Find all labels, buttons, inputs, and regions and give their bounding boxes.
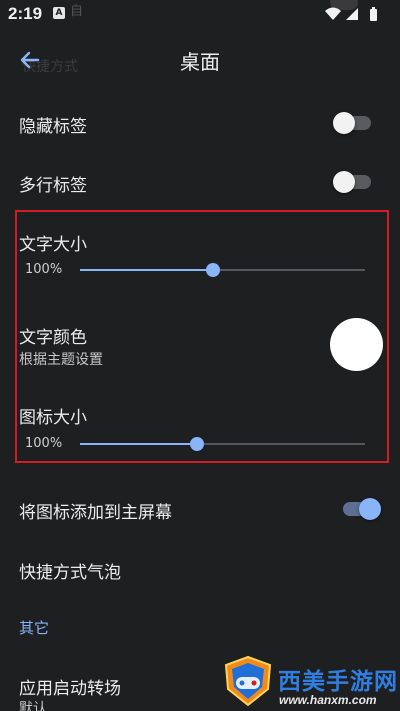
- multiline-labels-toggle[interactable]: [333, 171, 371, 193]
- shortcut-bubble-label: 快捷方式气泡: [19, 563, 121, 583]
- section-header-other: 其它: [19, 619, 50, 637]
- status-ghost-text: 自: [70, 4, 84, 19]
- icon-size-label: 图标大小: [19, 408, 87, 428]
- slider-fill: [80, 443, 197, 445]
- wifi-icon: [325, 7, 341, 20]
- notification-a-icon: A: [53, 7, 65, 19]
- page-title: 桌面: [180, 50, 220, 74]
- multiline-labels-label: 多行标签: [19, 176, 87, 196]
- watermark-logo-icon: [222, 655, 274, 707]
- text-color-swatch[interactable]: [330, 318, 383, 371]
- icon-size-value: 100%: [25, 436, 63, 451]
- setting-multiline-labels[interactable]: 多行标签: [0, 159, 400, 205]
- watermark-title: 西美手游网: [278, 669, 398, 695]
- slider-thumb[interactable]: [205, 263, 220, 277]
- status-bar: 2:19 A 自: [0, 0, 400, 30]
- setting-add-icon-home[interactable]: 将图标添加到主屏幕: [0, 486, 400, 532]
- settings-screen: 2:19 A 自 快捷方式 桌面 隐藏标签 多行标签 文字大小 100% 文字颜…: [0, 0, 400, 711]
- text-color-label: 文字颜色: [19, 328, 87, 348]
- watermark-url: www.hanxm.com: [279, 693, 377, 707]
- add-icon-home-label: 将图标添加到主屏幕: [19, 503, 172, 523]
- hide-labels-toggle[interactable]: [333, 112, 371, 134]
- slider-fill: [80, 269, 213, 271]
- status-time: 2:19: [8, 4, 43, 23]
- status-icons: [324, 6, 390, 22]
- setting-hide-labels[interactable]: 隐藏标签: [0, 100, 400, 146]
- hide-labels-label: 隐藏标签: [19, 117, 87, 137]
- battery-icon: [370, 7, 377, 21]
- app-header: 快捷方式 桌面: [0, 38, 400, 82]
- toggle-knob: [333, 171, 355, 193]
- add-icon-home-toggle[interactable]: [343, 498, 381, 520]
- text-size-slider[interactable]: [80, 263, 365, 277]
- icon-size-slider[interactable]: [80, 437, 365, 451]
- app-launch-transition-subtitle: 默认: [19, 701, 47, 711]
- setting-shortcut-bubble[interactable]: 快捷方式气泡: [0, 546, 400, 592]
- toggle-knob: [333, 112, 355, 134]
- slider-thumb[interactable]: [189, 437, 204, 451]
- signal-icon: [346, 8, 358, 20]
- text-size-label: 文字大小: [19, 235, 87, 255]
- toggle-knob: [359, 498, 381, 520]
- text-size-value: 100%: [25, 262, 63, 277]
- app-launch-transition-label: 应用启动转场: [19, 679, 121, 699]
- text-color-subtitle: 根据主题设置: [19, 352, 103, 368]
